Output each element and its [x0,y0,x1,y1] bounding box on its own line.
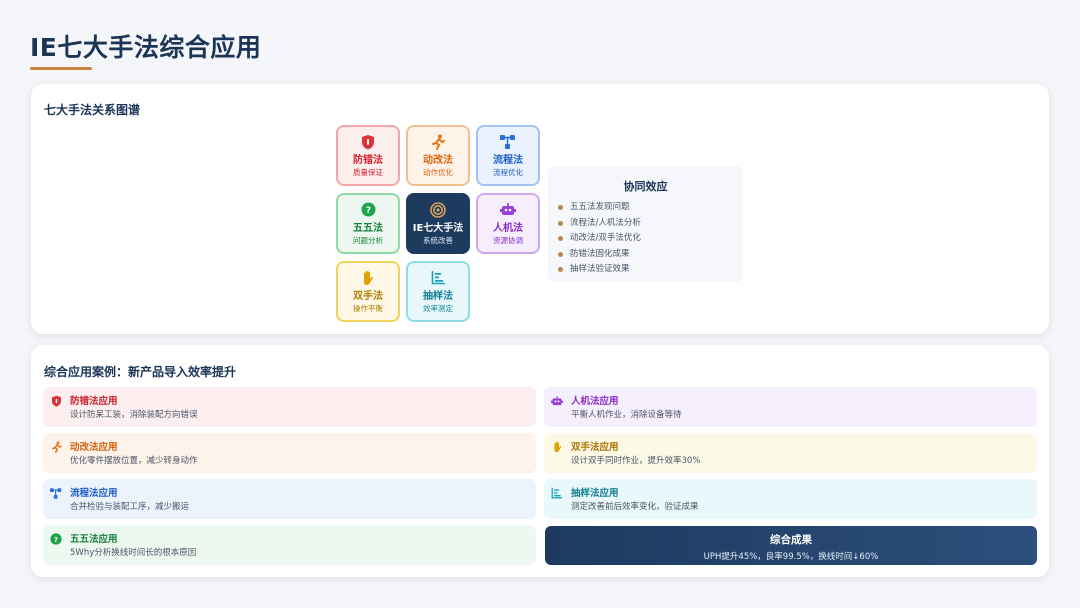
cases-card: 综合应用案例：新产品导入效率提升 防错法应用 设计防呆工装，消除装配方向错误 动… [31,345,1049,577]
svg-text:?: ? [54,535,58,544]
tile-sub: 效率测定 [423,303,453,313]
bullet-dot [558,220,563,226]
case-motion[interactable]: 动改法应用 优化零件摆放位置，减少转身动作 [43,433,536,473]
tile-five-five[interactable]: ? 五五法 问题分析 [336,193,400,254]
bullet-dot [558,267,563,273]
case-desc: 平衡人机作业，消除设备等待 [571,410,682,420]
case-desc: 设计双手同时作业，提升效率30% [571,456,701,466]
case-sampling[interactable]: 抽样法应用 测定改善前后效率变化，验证成果 [544,479,1037,519]
case-name: 人机法应用 [571,396,619,407]
bullet-dot [558,205,563,211]
synergy-title: 协同效应 [623,180,668,193]
result-banner: 综合成果 UPH提升45%，良率99.5%，换线时间↓60% [545,526,1037,565]
question-icon: ? [50,533,62,545]
bullet-dot [558,236,563,242]
tile-flow[interactable]: 流程法 流程优化 [476,125,540,186]
chart-icon [430,270,446,286]
case-name: 防错法应用 [70,396,118,407]
robot-icon [551,395,563,407]
tile-name: 人机法 [493,222,523,234]
tile-sub: 问题分析 [353,235,383,245]
svg-text:?: ? [365,206,370,216]
tile-two-hand[interactable]: 双手法 操作平衡 [336,261,400,322]
tile-name: 流程法 [493,154,523,166]
tile-name: 防错法 [353,154,383,166]
title-underline [30,67,92,70]
tile-name: IE七大手法 [412,222,464,234]
result-title: 综合成果 [770,534,812,546]
tile-error-proof[interactable]: 防错法 质量保证 [336,125,400,186]
case-desc: 合并检验与装配工序，减少搬运 [70,502,190,512]
cases-title: 综合应用案例：新产品导入效率提升 [44,365,237,379]
tile-name: 双手法 [353,290,383,302]
case-man-machine[interactable]: 人机法应用 平衡人机作业，消除设备等待 [544,387,1037,427]
case-two-hand[interactable]: 双手法应用 设计双手同时作业，提升效率30% [544,433,1037,473]
shield-icon [360,134,376,150]
robot-icon [500,202,516,218]
target-icon [430,201,446,218]
case-desc: 优化零件摆放位置，减少转身动作 [70,456,198,466]
tile-name: 抽样法 [423,290,453,302]
tile-motion[interactable]: 动改法 动作优化 [406,125,470,186]
hand-icon [360,270,376,286]
tile-sub: 流程优化 [493,167,523,177]
case-desc: 设计防呆工装，消除装配方向错误 [70,410,198,420]
list-item: 抽样法验证效果 [558,262,641,278]
running-icon [50,441,62,453]
tile-sub: 系统改善 [423,235,453,245]
tile-sampling[interactable]: 抽样法 效率测定 [406,261,470,322]
list-item: 动改法/双手法优化 [558,231,641,247]
relation-card: 七大手法关系图谱 防错法 质量保证 动改法 动作优化 流程法 流程优化 ? 五五… [31,84,1049,334]
tile-sub: 资源协调 [493,235,523,245]
list-item: 防错法固化成果 [558,247,641,263]
flow-icon [500,134,516,150]
tile-man-machine[interactable]: 人机法 资源协调 [476,193,540,254]
case-name: 动改法应用 [70,442,118,453]
list-item: 流程法/人机法分析 [558,216,641,232]
result-summary: UPH提升45%，良率99.5%，换线时间↓60% [703,552,879,562]
case-name: 抽样法应用 [571,488,619,499]
synergy-list: 五五法发现问题 流程法/人机法分析 动改法/双手法优化 防错法固化成果 抽样法验… [558,200,641,278]
flow-icon [50,487,62,499]
question-icon: ? [360,202,376,218]
running-icon [430,134,446,150]
tile-name: 五五法 [353,222,383,234]
case-error-proof[interactable]: 防错法应用 设计防呆工装，消除装配方向错误 [43,387,536,427]
tile-center[interactable]: IE七大手法 系统改善 [406,193,470,254]
tile-sub: 操作平衡 [353,303,383,313]
case-flow[interactable]: 流程法应用 合并检验与装配工序，减少搬运 [43,479,536,519]
tile-name: 动改法 [423,154,453,166]
chart-icon [551,487,563,499]
case-name: 双手法应用 [571,442,619,453]
list-item: 五五法发现问题 [558,200,641,216]
case-name: 流程法应用 [70,488,118,499]
tile-sub: 质量保证 [353,167,383,177]
case-five-five[interactable]: ? 五五法应用 5Why分析换线时间长的根本原因 [43,525,536,565]
page-title: IE七大手法综合应用 [30,33,262,62]
synergy-panel: 协同效应 五五法发现问题 流程法/人机法分析 动改法/双手法优化 防错法固化成果… [548,166,743,282]
bullet-dot [558,251,563,257]
shield-icon [50,395,62,407]
case-desc: 测定改善前后效率变化，验证成果 [571,502,699,512]
relation-title: 七大手法关系图谱 [44,103,141,117]
tile-sub: 动作优化 [423,167,453,177]
case-name: 五五法应用 [70,534,118,545]
case-desc: 5Why分析换线时间长的根本原因 [70,548,197,558]
hand-icon [551,441,563,453]
